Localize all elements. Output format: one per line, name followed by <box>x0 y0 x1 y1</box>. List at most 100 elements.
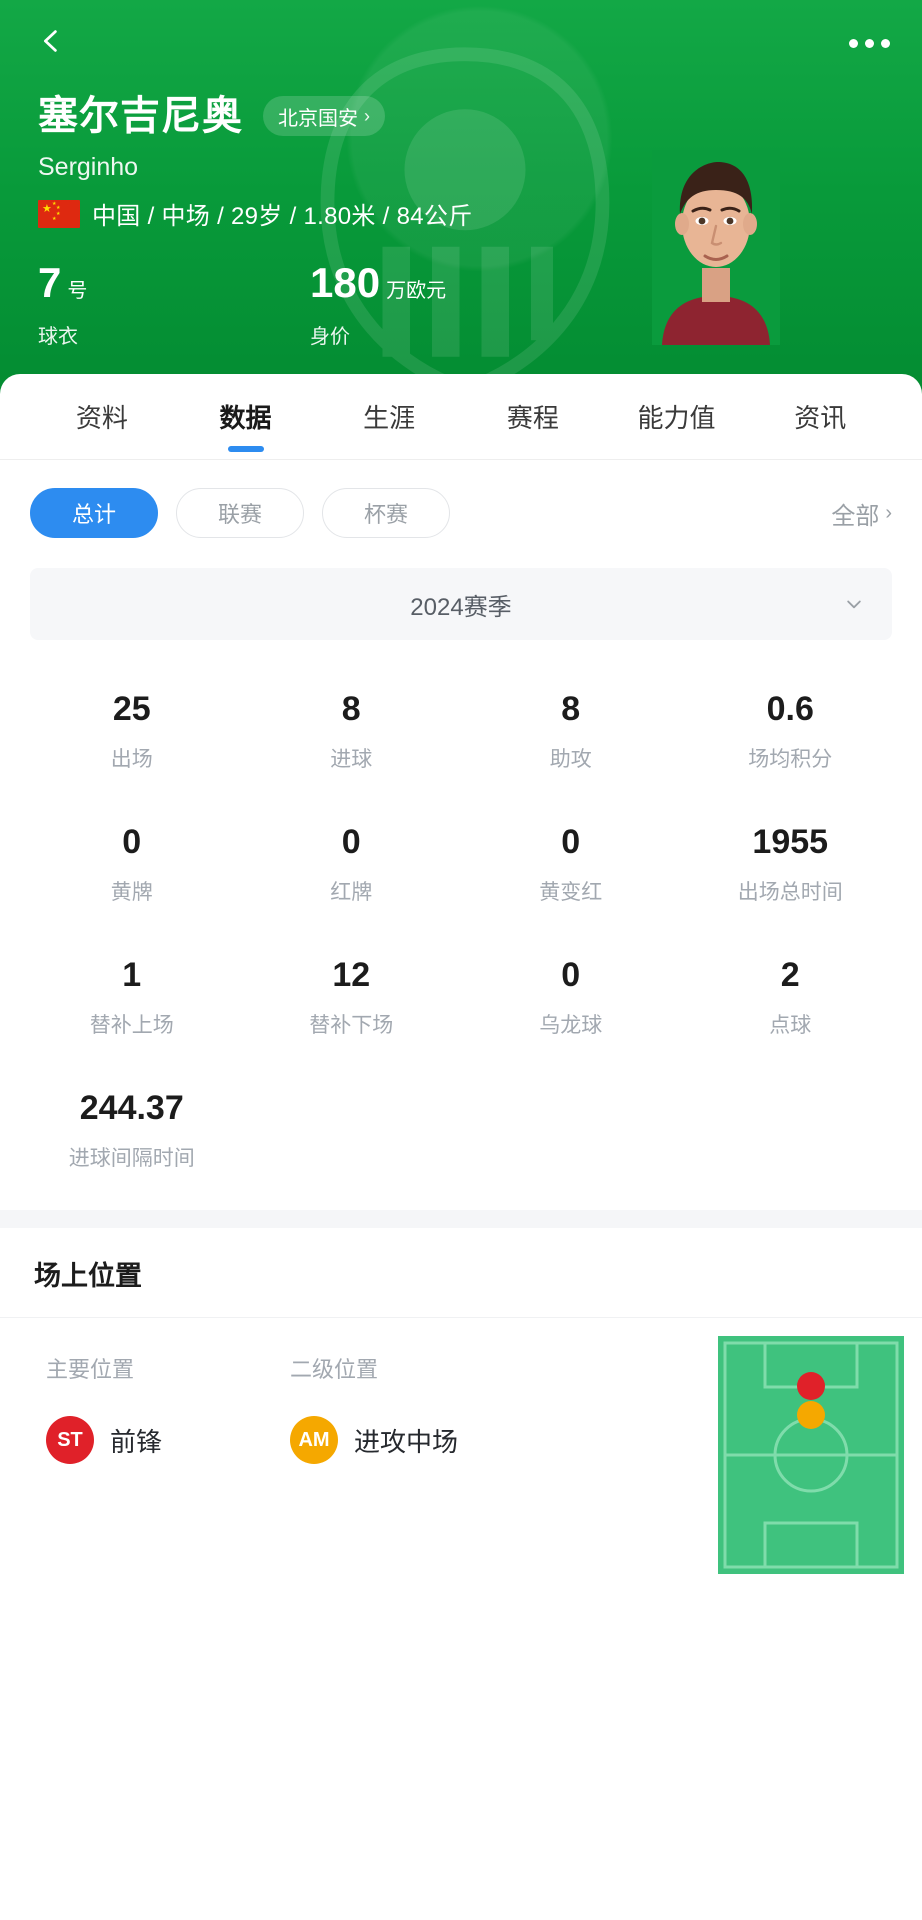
secondary-position-badge-label: AM <box>298 1428 330 1451</box>
stat-penalties: 2 点球 <box>681 940 901 1061</box>
position-section-title: 场上位置 <box>0 1228 922 1319</box>
player-meta-text: 中国 / 中场 / 29岁 / 1.80米 / 84公斤 <box>92 203 473 230</box>
content-sheet: 资料 数据 生涯 赛程 能力值 资讯 总计 联赛 杯赛 全部 › 2024赛季 … <box>0 374 922 1920</box>
stat-label: 替补下场 <box>309 1014 394 1038</box>
stat-label: 红牌 <box>330 881 373 905</box>
stat-value: 244.37 <box>79 1089 184 1128</box>
stat-appearances: 25 出场 <box>22 674 242 795</box>
player-name-cn: 塞尔吉尼奥 <box>38 94 243 138</box>
secondary-position-name: 进攻中场 <box>354 1426 459 1457</box>
filter-chip-cup[interactable]: 杯赛 <box>322 488 450 538</box>
tab-label: 生涯 <box>363 403 416 433</box>
stat-minutes-per-goal: 244.37 进球间隔时间 <box>22 1073 242 1194</box>
season-label: 2024赛季 <box>410 593 512 621</box>
market-value-kpi: 180 万欧元 身价 <box>310 262 446 349</box>
stat-label: 出场 <box>110 748 153 772</box>
season-stats-grid: 25 出场 8 进球 8 助攻 0.6 场均积分 0 黄牌 0 红牌 0 黄变红… <box>0 640 922 1210</box>
stat-label: 点球 <box>769 1014 812 1038</box>
stat-label: 黄牌 <box>110 881 153 905</box>
primary-position-badge: ST <box>46 1416 94 1465</box>
stat-minutes-played: 1955 出场总时间 <box>681 807 901 928</box>
filter-chip-label: 总计 <box>71 502 116 527</box>
stat-points-per-game: 0.6 场均积分 <box>681 674 901 795</box>
tab-label: 资讯 <box>794 403 847 433</box>
filter-chip-label: 联赛 <box>217 502 262 527</box>
section-divider-band <box>0 1210 922 1229</box>
stat-value: 0 <box>122 823 142 862</box>
stat-value: 12 <box>332 956 371 995</box>
tab-shengya[interactable]: 生涯 <box>317 374 461 460</box>
tab-saicheng[interactable]: 赛程 <box>461 374 605 460</box>
secondary-position-dot <box>797 1401 825 1430</box>
stat-label: 助攻 <box>549 748 592 772</box>
secondary-position-badge: AM <box>290 1416 338 1465</box>
more-horizontal-icon-dot-1 <box>848 38 858 48</box>
tab-label: 赛程 <box>506 403 559 433</box>
profile-tabs: 资料 数据 生涯 赛程 能力值 资讯 <box>0 374 922 460</box>
tab-shuju[interactable]: 数据 <box>174 374 318 460</box>
stat-value: 25 <box>112 690 151 728</box>
pitch-diagram <box>718 1336 904 1575</box>
stat-value: 1 <box>122 956 142 995</box>
view-all-label: 全部 <box>831 502 880 530</box>
filter-chip-label: 杯赛 <box>363 502 408 527</box>
china-flag-icon: ★ ★ ★ ★ ★ <box>38 199 80 228</box>
stat-value: 0 <box>561 956 581 995</box>
stat-value: 2 <box>780 956 800 995</box>
secondary-position-block: 二级位置 AM 进攻中场 <box>290 1352 459 1465</box>
filter-chip-league[interactable]: 联赛 <box>176 488 304 538</box>
tab-nenglizhi[interactable]: 能力值 <box>605 374 749 460</box>
stat-label: 进球间隔时间 <box>68 1147 195 1171</box>
stat-subbed-on: 1 替补上场 <box>22 940 242 1061</box>
season-selector[interactable]: 2024赛季 <box>30 568 892 640</box>
shirt-number-unit: 号 <box>67 280 88 302</box>
view-all-link[interactable]: 全部 › <box>831 496 892 531</box>
shirt-number-kpi: 7 号 球衣 <box>38 262 87 349</box>
back-button[interactable] <box>20 12 82 74</box>
chevron-down-icon <box>844 594 864 614</box>
stat-value: 0 <box>561 823 581 862</box>
primary-position-block: 主要位置 ST 前锋 <box>46 1352 163 1465</box>
tab-ziliao[interactable]: 资料 <box>30 374 174 460</box>
stat-value: 0 <box>341 823 361 862</box>
chevron-left-icon <box>36 26 66 61</box>
stat-yellow-cards: 0 黄牌 <box>22 807 242 928</box>
chevron-right-icon: › <box>364 105 370 126</box>
secondary-position-row: AM 进攻中场 <box>290 1416 459 1465</box>
team-link-chip[interactable]: 北京国安 › <box>263 96 385 136</box>
market-value-label: 身价 <box>310 326 350 348</box>
filter-chip-total[interactable]: 总计 <box>30 488 158 538</box>
stat-value: 1955 <box>752 823 829 862</box>
primary-position-heading: 主要位置 <box>46 1357 135 1383</box>
player-profile-screen: 塞尔吉尼奥 北京国安 › Serginho ★ ★ ★ ★ ★ 中国 / 中场 / … <box>0 0 922 1920</box>
stat-own-goals: 0 乌龙球 <box>461 940 681 1061</box>
tab-zixun[interactable]: 资讯 <box>748 374 892 460</box>
market-value-amount: 180 <box>310 259 381 306</box>
stat-value: 8 <box>341 690 361 728</box>
stat-goals: 8 进球 <box>242 674 462 795</box>
secondary-position-heading: 二级位置 <box>290 1357 379 1383</box>
shirt-number-label: 球衣 <box>38 326 78 348</box>
chevron-right-icon: › <box>885 501 892 524</box>
primary-position-name: 前锋 <box>110 1426 163 1457</box>
more-options-button[interactable] <box>838 14 900 72</box>
primary-position-badge-label: ST <box>57 1428 83 1451</box>
stat-label: 出场总时间 <box>737 881 843 905</box>
primary-position-row: ST 前锋 <box>46 1416 163 1465</box>
shirt-number-value: 7 <box>38 259 62 306</box>
player-meta-row: ★ ★ ★ ★ ★ 中国 / 中场 / 29岁 / 1.80米 / 84公斤 <box>38 196 473 231</box>
pitch-svg <box>718 1336 904 1575</box>
player-name-row: 塞尔吉尼奥 北京国安 › <box>38 96 385 136</box>
more-horizontal-icon-dot-2 <box>864 38 874 48</box>
market-value-unit: 万欧元 <box>386 280 447 302</box>
primary-position-dot <box>797 1372 825 1401</box>
stat-label: 进球 <box>330 748 373 772</box>
team-name-label: 北京国安 <box>278 107 358 130</box>
stat-value: 0.6 <box>766 690 814 728</box>
stat-label: 乌龙球 <box>539 1014 603 1038</box>
tab-label: 数据 <box>219 403 272 433</box>
stat-label: 场均积分 <box>748 748 833 772</box>
tab-label: 能力值 <box>637 403 716 433</box>
more-horizontal-icon-dot-3 <box>880 38 890 48</box>
stat-assists: 8 助攻 <box>461 674 681 795</box>
